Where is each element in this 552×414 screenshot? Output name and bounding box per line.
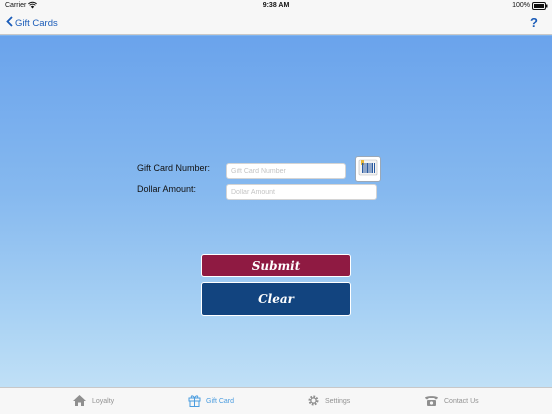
gift-card-number-input[interactable]	[226, 163, 346, 179]
dollar-amount-label: Dollar Amount:	[137, 184, 197, 194]
barcode-scan-button[interactable]	[355, 156, 381, 182]
telephone-icon	[424, 394, 439, 409]
tab-loyalty-label: Loyalty	[92, 398, 115, 405]
tab-bar: Loyalty Gift Card Settings Contact Us	[0, 387, 552, 414]
chevron-left-icon	[6, 16, 13, 30]
tab-settings[interactable]: Settings	[307, 388, 350, 414]
barcode-icon	[358, 157, 378, 182]
dollar-amount-input[interactable]	[226, 184, 377, 200]
gift-icon	[188, 394, 201, 409]
main-content	[0, 36, 552, 387]
gift-card-number-label: Gift Card Number:	[137, 163, 211, 173]
tab-loyalty[interactable]: Loyalty	[72, 388, 114, 414]
tab-settings-label: Settings	[325, 398, 351, 405]
gear-icon	[307, 394, 320, 409]
tab-gift-card-label: Gift Card	[206, 398, 235, 405]
submit-button[interactable]: Submit	[201, 254, 351, 277]
tab-contact-us-label: Contact Us	[444, 398, 479, 405]
status-bar: Carrier 9:38 AM 100%	[0, 0, 552, 12]
house-icon	[72, 394, 87, 409]
navigation-bar: Gift Cards ?	[0, 12, 552, 35]
battery-icon	[532, 2, 548, 12]
help-button[interactable]: ?	[530, 15, 538, 30]
tab-gift-card[interactable]: Gift Card	[188, 388, 234, 414]
clock-label: 9:38 AM	[262, 2, 290, 9]
battery-percent: 100%	[512, 2, 530, 9]
tab-contact-us[interactable]: Contact Us	[424, 388, 479, 414]
back-button[interactable]: Gift Cards	[6, 16, 58, 30]
back-button-label: Gift Cards	[15, 17, 58, 29]
clear-button[interactable]: Clear	[201, 282, 351, 316]
